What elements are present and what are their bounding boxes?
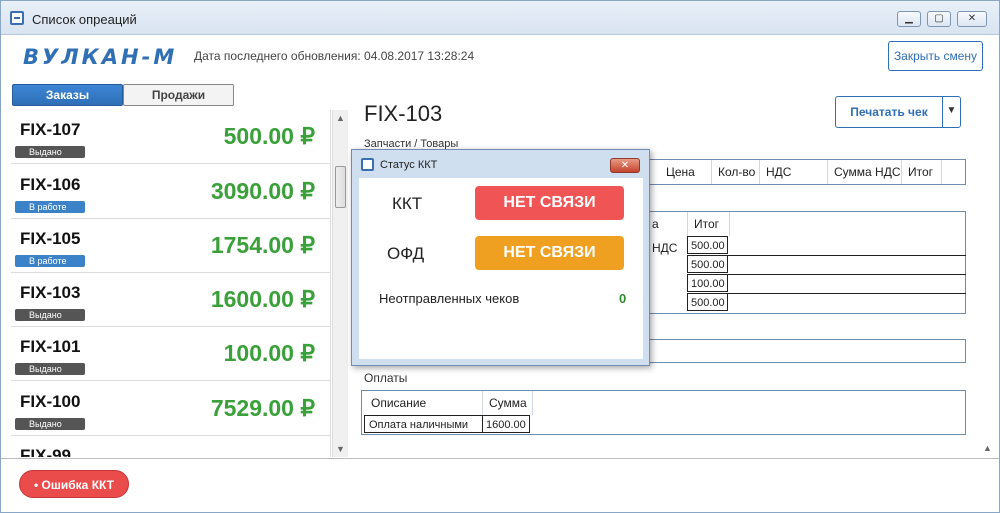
unsent-receipts-label: Неотправленных чеков — [379, 291, 520, 306]
kkt-error-button[interactable]: • Ошибка ККТ — [19, 470, 129, 498]
row-divider — [728, 274, 966, 275]
table-cell: Оплата наличными — [364, 415, 483, 433]
list-item[interactable]: FIX-100 7529.00 ₽ Выдано — [11, 382, 330, 436]
extra-table — [641, 339, 966, 363]
tab-sales[interactable]: Продажи — [123, 84, 234, 106]
status-badge: Выдано — [15, 418, 85, 430]
order-id: FIX-107 — [20, 120, 81, 139]
table-cell: 1600.00 — [482, 415, 530, 433]
column-header: Кол-во — [712, 160, 760, 184]
order-id: FIX-100 — [20, 392, 81, 411]
order-amount: 1600.00 ₽ — [210, 286, 315, 312]
order-amount: 1754.00 ₽ — [210, 232, 315, 258]
table-cell: 500.00 — [687, 293, 728, 311]
title-bar: Список опреаций ▁ ▢ ✕ — [1, 1, 999, 35]
app-icon — [361, 158, 374, 171]
scroll-down-icon[interactable]: ▼ — [336, 444, 345, 454]
table-cell: 100.00 — [687, 274, 728, 292]
header: ВУЛКАН-М Дата последнего обновления: 04.… — [1, 35, 999, 83]
status-bar: • Ошибка ККТ — [1, 458, 999, 512]
close-icon[interactable]: ✕ — [610, 158, 640, 173]
list-item[interactable]: FIX-106 3090.00 ₽ В работе — [11, 165, 330, 219]
column-header: Цена — [660, 160, 712, 184]
order-amount: 100.00 ₽ — [223, 340, 315, 366]
row-divider — [728, 255, 966, 256]
close-window-button[interactable]: ✕ — [957, 11, 987, 27]
status-badge: В работе — [15, 255, 85, 267]
print-receipt-button[interactable]: Печатать чек — [835, 96, 943, 128]
order-list: FIX-107 500.00 ₽ Выдано FIX-106 3090.00 … — [11, 110, 331, 457]
ofd-status-badge: НЕТ СВЯЗИ — [475, 236, 624, 270]
maximize-button[interactable]: ▢ — [927, 11, 951, 27]
close-shift-button[interactable]: Закрыть смену — [888, 41, 983, 71]
kkt-label: ККТ — [392, 194, 423, 213]
order-amount: 500.00 ₽ — [223, 123, 315, 149]
app-icon — [10, 11, 24, 25]
unsent-receipts-count: 0 — [619, 291, 627, 306]
column-header: Описание — [362, 391, 483, 415]
kkt-status-badge: НЕТ СВЯЗИ — [475, 186, 624, 220]
list-item[interactable]: FIX-103 1600.00 ₽ Выдано — [11, 273, 330, 327]
scroll-up-icon[interactable]: ▲ — [336, 113, 345, 123]
column-header: НДС — [760, 160, 828, 184]
minimize-button[interactable]: ▁ — [897, 11, 921, 27]
order-list-scrollbar[interactable]: ▲ ▼ — [332, 110, 348, 457]
column-header: Итог — [902, 160, 942, 184]
order-id: FIX-101 — [20, 337, 81, 356]
payments-label: Оплаты — [364, 371, 408, 385]
column-header: Итог — [688, 212, 730, 236]
column-header: Сумма — [483, 391, 533, 415]
order-id: FIX-106 — [20, 175, 81, 194]
list-item[interactable]: FIX-105 1754.00 ₽ В работе — [11, 219, 330, 273]
logo: ВУЛКАН-М — [23, 45, 178, 69]
main-window: Список опреаций ▁ ▢ ✕ ВУЛКАН-М Дата посл… — [0, 0, 1000, 513]
status-badge: Выдано — [15, 363, 85, 375]
status-badge: Выдано — [15, 146, 85, 158]
row-divider — [728, 293, 966, 294]
order-amount: 7529.00 ₽ — [210, 395, 315, 421]
scroll-up-icon[interactable]: ▲ — [983, 443, 992, 453]
order-id: FIX-105 — [20, 229, 81, 248]
order-amount: 3090.00 ₽ — [210, 178, 315, 204]
list-item[interactable]: FIX-99 — [11, 436, 330, 457]
order-title: FIX-103 — [364, 101, 443, 126]
kkt-status-dialog: Статус ККТ ✕ ККТ НЕТ СВЯЗИ ОФД НЕТ СВЯЗИ… — [351, 149, 650, 366]
window-title: Список опреаций — [32, 12, 137, 27]
last-update-label: Дата последнего обновления: 04.08.2017 1… — [194, 49, 475, 63]
order-id: FIX-103 — [20, 283, 81, 302]
ofd-label: ОФД — [387, 244, 425, 263]
column-header: а НДС — [646, 212, 688, 255]
table-cell: 500.00 — [687, 255, 728, 273]
tab-orders[interactable]: Заказы — [12, 84, 123, 106]
list-item[interactable]: FIX-101 100.00 ₽ Выдано — [11, 327, 330, 381]
chevron-down-icon[interactable]: ▼ — [942, 96, 961, 128]
status-badge: В работе — [15, 201, 85, 213]
order-id: FIX-99 — [20, 446, 72, 457]
scroll-thumb[interactable] — [335, 166, 346, 208]
status-badge: Выдано — [15, 309, 85, 321]
column-header: Сумма НДС — [828, 160, 902, 184]
dialog-title: Статус ККТ — [380, 159, 438, 171]
list-item[interactable]: FIX-107 500.00 ₽ Выдано — [11, 110, 330, 164]
table-cell: 500.00 — [687, 236, 728, 254]
dialog-body: ККТ НЕТ СВЯЗИ ОФД НЕТ СВЯЗИ Неотправленн… — [359, 178, 643, 359]
